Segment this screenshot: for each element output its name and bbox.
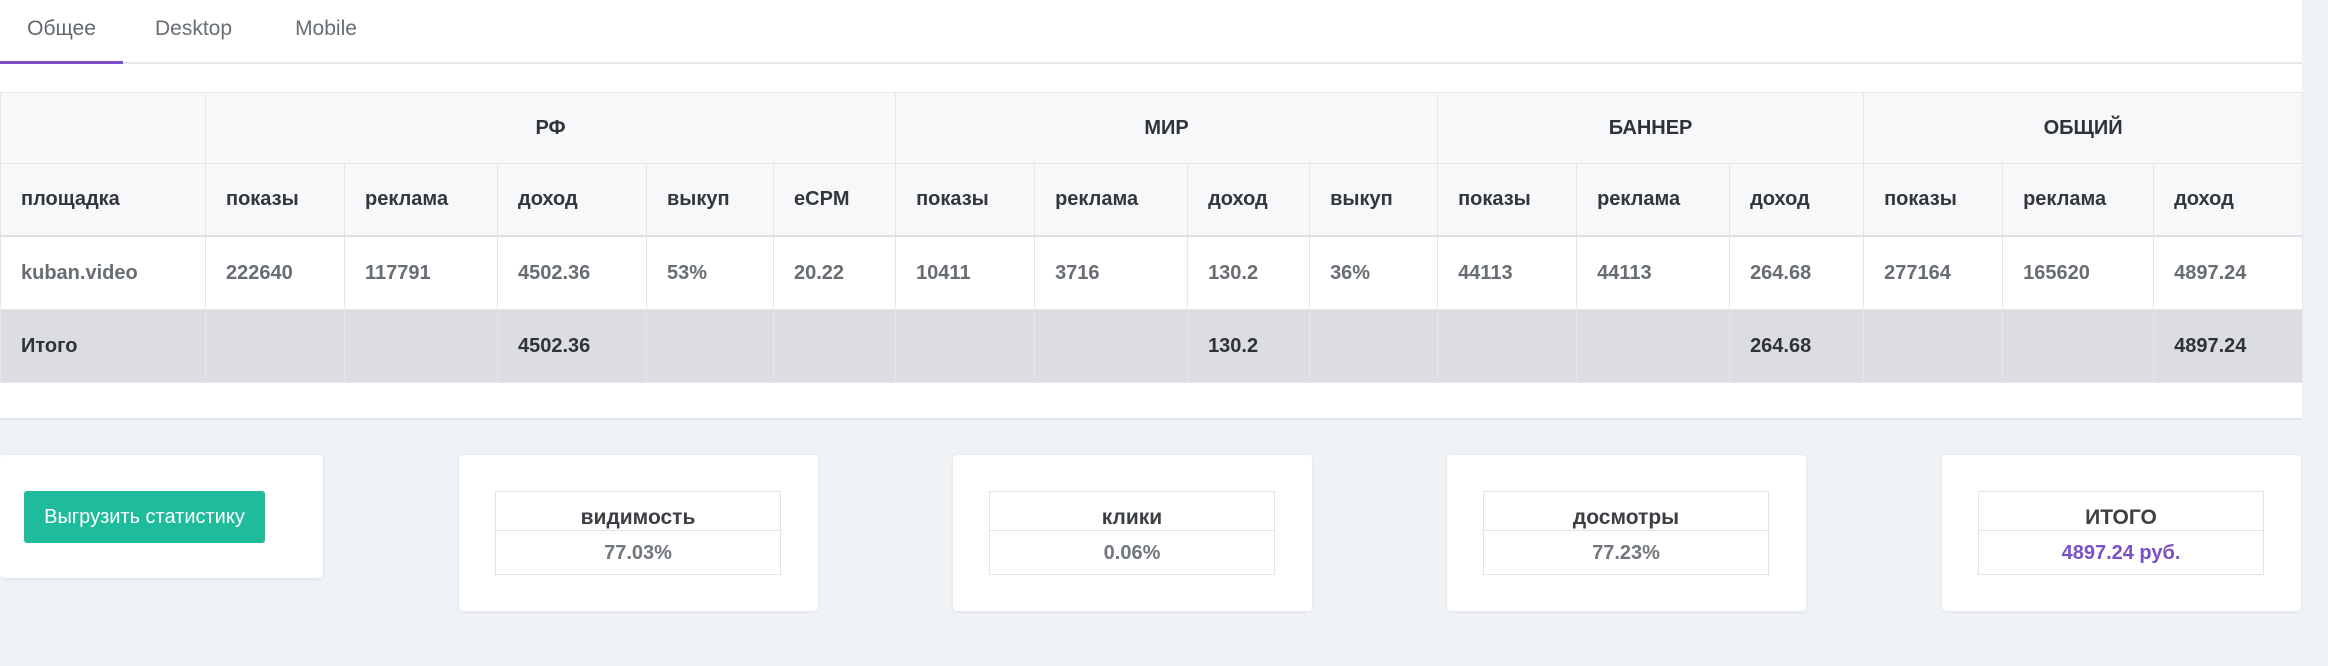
cell-banner-impressions: 44113 xyxy=(1437,235,1578,310)
total-cell xyxy=(1309,309,1439,383)
total-rf-revenue: 4502.36 xyxy=(497,309,647,383)
group-header-row: РФ МИР БАННЕР ОБЩИЙ xyxy=(0,92,2304,164)
column-header-total-ads[interactable]: реклама xyxy=(2002,163,2155,237)
total-row: Итого 4502.36 130.2 264.68 4897.24 xyxy=(0,309,2304,383)
tab-desktop[interactable]: Desktop xyxy=(123,0,264,62)
group-header-world: МИР xyxy=(895,92,1439,164)
column-header-world-impressions[interactable]: показы xyxy=(895,163,1036,237)
tab-mobile[interactable]: Mobile xyxy=(264,0,388,62)
metric-label: клики xyxy=(990,492,1274,531)
metric-box: досмотры 77.23% xyxy=(1483,491,1769,575)
column-header-world-revenue[interactable]: доход xyxy=(1187,163,1311,237)
metric-card-views: досмотры 77.23% xyxy=(1447,455,1806,611)
column-header-rf-ads[interactable]: реклама xyxy=(344,163,498,237)
cell-world-revenue: 130.2 xyxy=(1187,235,1311,310)
total-cell xyxy=(1437,309,1578,383)
metric-value: 0.06% xyxy=(1103,542,1161,564)
total-cell xyxy=(1863,309,2004,383)
tab-general[interactable]: Общее xyxy=(0,0,123,64)
cell-banner-ads: 44113 xyxy=(1576,235,1731,310)
metric-label: видимость xyxy=(496,492,780,531)
cell-rf-revenue: 4502.36 xyxy=(497,235,647,310)
total-cell xyxy=(1034,309,1189,383)
group-header-banner: БАННЕР xyxy=(1437,92,1865,164)
cell-world-buyout: 36% xyxy=(1309,235,1439,310)
metric-value: 4897.24 руб. xyxy=(2061,542,2181,564)
cell-total-ads: 165620 xyxy=(2002,235,2155,310)
column-header-rf-ecpm[interactable]: eCPM xyxy=(772,163,897,237)
column-header-banner-revenue[interactable]: доход xyxy=(1729,163,1865,237)
metric-card-total: ИТОГО 4897.24 руб. xyxy=(1942,455,2301,611)
metric-label: ИТОГО xyxy=(1979,492,2263,531)
total-cell xyxy=(1576,309,1731,383)
column-header-rf-buyout[interactable]: выкуп xyxy=(646,163,774,237)
statistics-table: РФ МИР БАННЕР ОБЩИЙ площадка показы рекл… xyxy=(0,92,2304,383)
cell-rf-buyout: 53% xyxy=(646,235,774,310)
column-header-rf-revenue[interactable]: доход xyxy=(497,163,647,237)
column-header-row: площадка показы реклама доход выкуп eCPM… xyxy=(0,163,2304,237)
total-cell xyxy=(344,309,498,383)
total-overall-revenue: 4897.24 xyxy=(2153,309,2304,383)
column-header-total-revenue[interactable]: доход xyxy=(2153,163,2304,237)
group-header-total: ОБЩИЙ xyxy=(1863,92,2304,164)
cell-rf-ecpm: 20.22 xyxy=(772,235,897,310)
column-header-platform[interactable]: площадка xyxy=(0,163,206,237)
column-header-banner-impressions[interactable]: показы xyxy=(1437,163,1578,237)
column-header-world-buyout[interactable]: выкуп xyxy=(1309,163,1439,237)
metric-card-visibility: видимость 77.03% xyxy=(459,455,818,611)
total-label: Итого xyxy=(0,309,206,383)
tab-bar: Общее Desktop Mobile xyxy=(0,0,2302,64)
metric-value: 77.23% xyxy=(1592,542,1660,564)
column-header-total-impressions[interactable]: показы xyxy=(1863,163,2004,237)
export-statistics-button[interactable]: Выгрузить статистику xyxy=(24,491,265,543)
table-row: kuban.video 222640 117791 4502.36 53% 20… xyxy=(0,235,2304,310)
metric-box: ИТОГО 4897.24 руб. xyxy=(1978,491,2264,575)
cell-world-ads: 3716 xyxy=(1034,235,1189,310)
total-cell xyxy=(646,309,774,383)
metric-box: клики 0.06% xyxy=(989,491,1275,575)
total-cell xyxy=(772,309,897,383)
column-header-banner-ads[interactable]: реклама xyxy=(1576,163,1731,237)
cell-platform: kuban.video xyxy=(0,235,206,310)
group-header-empty xyxy=(0,92,206,164)
total-cell xyxy=(205,309,345,383)
column-header-world-ads[interactable]: реклама xyxy=(1034,163,1189,237)
total-banner-revenue: 264.68 xyxy=(1729,309,1865,383)
total-world-revenue: 130.2 xyxy=(1187,309,1311,383)
column-header-rf-impressions[interactable]: показы xyxy=(205,163,345,237)
cell-total-revenue: 4897.24 xyxy=(2153,235,2304,310)
cell-rf-ads: 117791 xyxy=(344,235,498,310)
statistics-panel: Общее Desktop Mobile РФ МИР БАННЕР ОБЩИЙ… xyxy=(0,0,2304,420)
total-cell xyxy=(2002,309,2155,383)
total-cell xyxy=(895,309,1036,383)
metric-value: 77.03% xyxy=(604,542,672,564)
cell-rf-impressions: 222640 xyxy=(205,235,345,310)
cell-banner-revenue: 264.68 xyxy=(1729,235,1865,310)
metric-label: досмотры xyxy=(1484,492,1768,531)
metric-card-clicks: клики 0.06% xyxy=(953,455,1312,611)
cell-world-impressions: 10411 xyxy=(895,235,1036,310)
cell-total-impressions: 277164 xyxy=(1863,235,2004,310)
metric-box: видимость 77.03% xyxy=(495,491,781,575)
group-header-rf: РФ xyxy=(204,92,897,164)
